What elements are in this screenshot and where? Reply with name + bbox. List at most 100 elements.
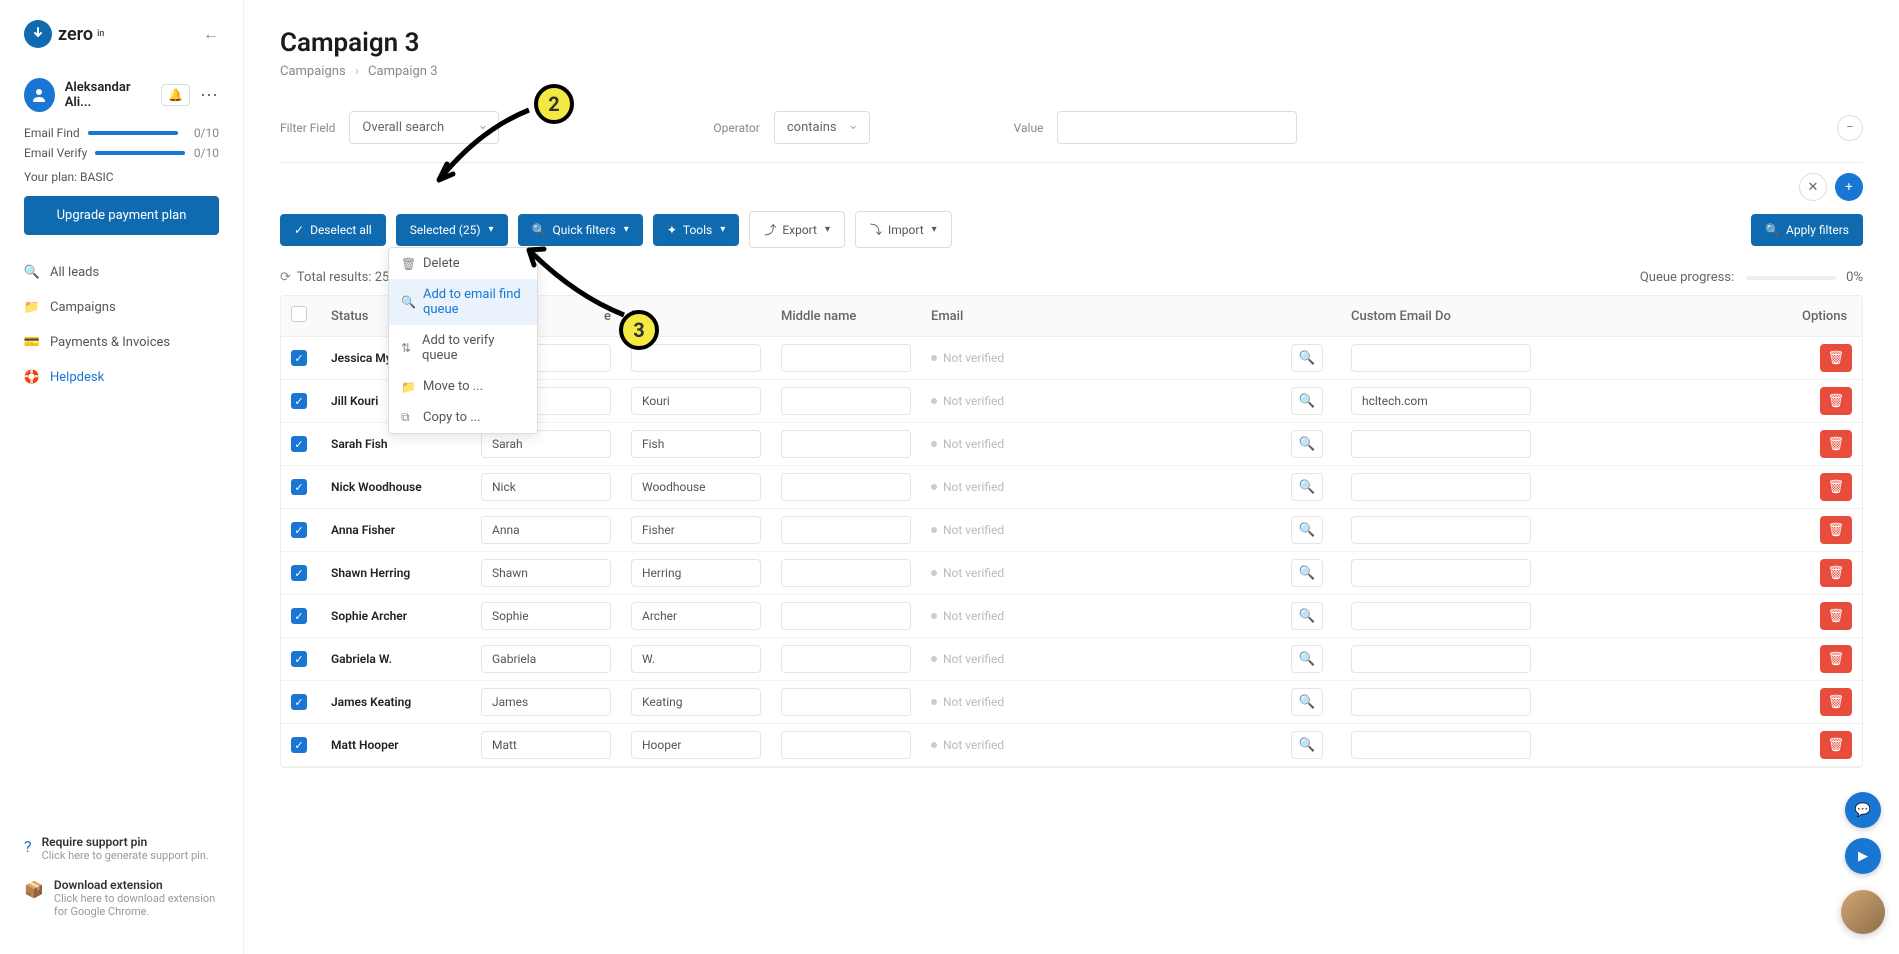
play-button[interactable]: ▶	[1845, 838, 1881, 874]
last-name-input[interactable]	[631, 559, 761, 587]
middle-name-input[interactable]	[781, 430, 911, 458]
middle-name-input[interactable]	[781, 473, 911, 501]
find-email-button[interactable]: 🔍	[1291, 559, 1323, 587]
domain-input[interactable]	[1351, 387, 1531, 415]
delete-row-button[interactable]: 🗑	[1820, 516, 1852, 544]
nav-campaigns[interactable]: 📁Campaigns	[0, 290, 243, 325]
support-avatar[interactable]	[1841, 890, 1885, 934]
find-email-button[interactable]: 🔍	[1291, 602, 1323, 630]
support-pin-link[interactable]: ? Require support pinClick here to gener…	[24, 835, 219, 862]
middle-name-input[interactable]	[781, 731, 911, 759]
delete-row-button[interactable]: 🗑	[1820, 602, 1852, 630]
dropdown-copy-to[interactable]: ⧉Copy to ...	[389, 402, 537, 433]
domain-input[interactable]	[1351, 473, 1531, 501]
quick-filters-button[interactable]: 🔍Quick filters▾	[518, 214, 643, 246]
row-checkbox[interactable]: ✓	[291, 479, 307, 495]
middle-name-input[interactable]	[781, 344, 911, 372]
domain-input[interactable]	[1351, 688, 1531, 716]
user-avatar[interactable]	[24, 78, 55, 112]
collapse-sidebar-icon[interactable]: ←	[203, 24, 219, 44]
row-checkbox[interactable]: ✓	[291, 436, 307, 452]
dropdown-delete[interactable]: 🗑Delete	[389, 248, 537, 279]
delete-row-button[interactable]: 🗑	[1820, 645, 1852, 673]
import-button[interactable]: ⤵Import▾	[855, 211, 952, 248]
first-name-input[interactable]	[481, 688, 611, 716]
last-name-input[interactable]	[631, 473, 761, 501]
last-name-input[interactable]	[631, 645, 761, 673]
notifications-button[interactable]: 🔔	[161, 84, 190, 106]
middle-name-input[interactable]	[781, 387, 911, 415]
find-email-button[interactable]: 🔍	[1291, 344, 1323, 372]
row-checkbox[interactable]: ✓	[291, 651, 307, 667]
first-name-input[interactable]	[481, 430, 611, 458]
last-name-input[interactable]	[631, 344, 761, 372]
brand-logo[interactable]: zeroin	[24, 20, 104, 48]
tools-button[interactable]: ✦Tools▾	[653, 214, 739, 246]
operator-select[interactable]: contains	[774, 111, 870, 144]
find-email-button[interactable]: 🔍	[1291, 645, 1323, 673]
domain-input[interactable]	[1351, 516, 1531, 544]
find-email-button[interactable]: 🔍	[1291, 731, 1323, 759]
middle-name-input[interactable]	[781, 688, 911, 716]
last-name-input[interactable]	[631, 387, 761, 415]
domain-input[interactable]	[1351, 602, 1531, 630]
nav-helpdesk[interactable]: 🛟Helpdesk	[0, 360, 243, 395]
row-checkbox[interactable]: ✓	[291, 737, 307, 753]
middle-name-input[interactable]	[781, 645, 911, 673]
domain-input[interactable]	[1351, 731, 1531, 759]
find-email-button[interactable]: 🔍	[1291, 473, 1323, 501]
nav-all-leads[interactable]: 🔍All leads	[0, 255, 243, 290]
refresh-icon[interactable]: ⟳	[280, 270, 291, 285]
last-name-input[interactable]	[631, 688, 761, 716]
download-extension-link[interactable]: 📦 Download extensionClick here to downlo…	[24, 878, 219, 918]
last-name-input[interactable]	[631, 516, 761, 544]
filter-field-select[interactable]: Overall search	[349, 111, 499, 144]
row-checkbox[interactable]: ✓	[291, 522, 307, 538]
delete-row-button[interactable]: 🗑	[1820, 430, 1852, 458]
find-email-button[interactable]: 🔍	[1291, 387, 1323, 415]
export-button[interactable]: ⤴Export▾	[749, 211, 845, 248]
row-checkbox[interactable]: ✓	[291, 565, 307, 581]
row-checkbox[interactable]: ✓	[291, 694, 307, 710]
value-input[interactable]	[1057, 111, 1297, 144]
delete-row-button[interactable]: 🗑	[1820, 559, 1852, 587]
middle-name-input[interactable]	[781, 559, 911, 587]
last-name-input[interactable]	[631, 731, 761, 759]
select-all-checkbox[interactable]	[291, 306, 307, 322]
row-checkbox[interactable]: ✓	[291, 608, 307, 624]
upgrade-button[interactable]: Upgrade payment plan	[24, 196, 219, 235]
breadcrumb-root[interactable]: Campaigns	[280, 64, 346, 79]
dropdown-move-to[interactable]: 📁Move to ...	[389, 371, 537, 402]
delete-row-button[interactable]: 🗑	[1820, 344, 1852, 372]
first-name-input[interactable]	[481, 602, 611, 630]
first-name-input[interactable]	[481, 516, 611, 544]
middle-name-input[interactable]	[781, 602, 911, 630]
apply-filters-button[interactable]: 🔍Apply filters	[1751, 214, 1863, 246]
delete-row-button[interactable]: 🗑	[1820, 473, 1852, 501]
selected-dropdown-button[interactable]: Selected (25)▾	[396, 214, 508, 246]
domain-input[interactable]	[1351, 645, 1531, 673]
chat-button[interactable]: 💬	[1845, 792, 1881, 828]
last-name-input[interactable]	[631, 602, 761, 630]
first-name-input[interactable]	[481, 473, 611, 501]
delete-row-button[interactable]: 🗑	[1820, 387, 1852, 415]
deselect-all-button[interactable]: ✓Deselect all	[280, 214, 386, 246]
middle-name-input[interactable]	[781, 516, 911, 544]
last-name-input[interactable]	[631, 430, 761, 458]
add-filter-button[interactable]: +	[1835, 173, 1863, 201]
dropdown-add-to-email-find[interactable]: 🔍Add to email find queue	[389, 279, 537, 325]
dropdown-add-to-verify[interactable]: ⇅Add to verify queue	[389, 325, 537, 371]
find-email-button[interactable]: 🔍	[1291, 430, 1323, 458]
first-name-input[interactable]	[481, 559, 611, 587]
first-name-input[interactable]	[481, 731, 611, 759]
delete-row-button[interactable]: 🗑	[1820, 688, 1852, 716]
user-menu-button[interactable]: ⋯	[200, 85, 219, 106]
find-email-button[interactable]: 🔍	[1291, 516, 1323, 544]
row-checkbox[interactable]: ✓	[291, 350, 307, 366]
delete-row-button[interactable]: 🗑	[1820, 731, 1852, 759]
remove-filter-button[interactable]: −	[1837, 115, 1863, 141]
find-email-button[interactable]: 🔍	[1291, 688, 1323, 716]
clear-filter-button[interactable]: ✕	[1799, 173, 1827, 201]
first-name-input[interactable]	[481, 645, 611, 673]
row-checkbox[interactable]: ✓	[291, 393, 307, 409]
